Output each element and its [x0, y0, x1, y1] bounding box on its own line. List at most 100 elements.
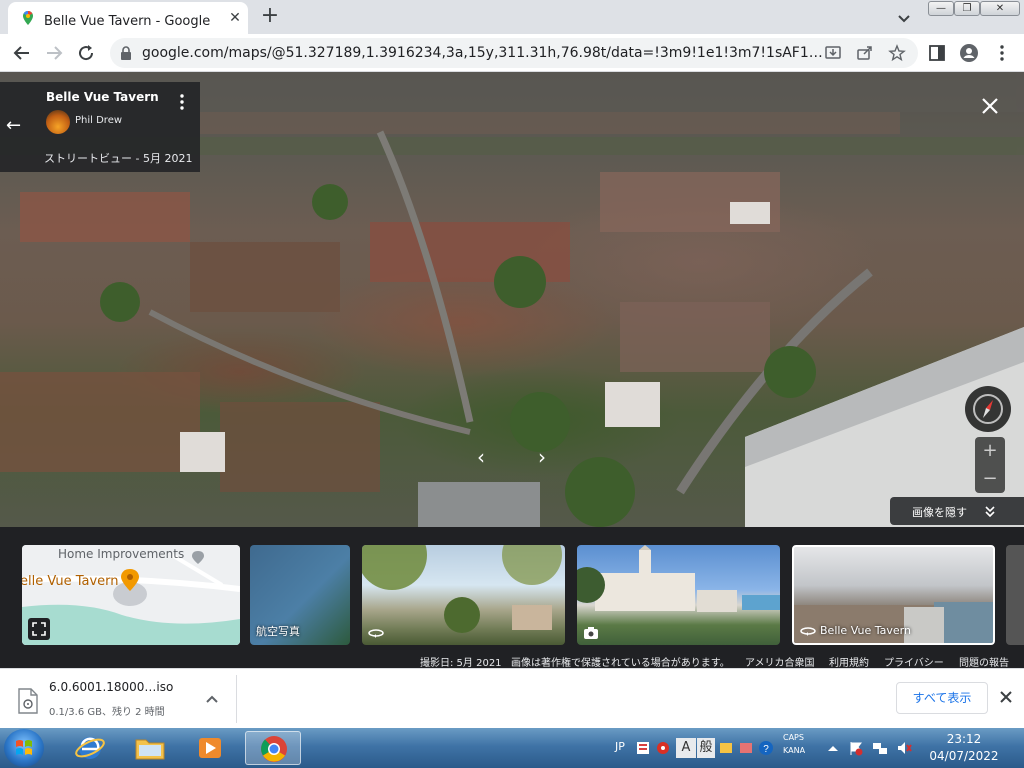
street-view-viewer[interactable]: ← Belle Vue Tavern Phil Drew ストリートビュー - … [0, 72, 1024, 527]
window-close-button[interactable]: ✕ [980, 1, 1020, 16]
hotel-photo-preview [577, 545, 780, 612]
taskbar-file-explorer[interactable] [122, 731, 178, 765]
panorama-360-icon-selected [800, 627, 816, 636]
back-arrow-icon[interactable] [10, 41, 34, 65]
double-chevron-down-icon [985, 506, 995, 518]
taskbar-media-player[interactable] [182, 731, 238, 765]
map-place-label: elle Vue Tavern [22, 574, 119, 589]
capture-date: 撮影日: 5月 2021 [420, 658, 502, 669]
selected-photo-label: Belle Vue Tavern [820, 624, 911, 637]
viewer-footer: 撮影日: 5月 2021 画像は著作権で保護されている場合があります。 アメリカ… [417, 652, 1024, 669]
svg-text:?: ? [763, 744, 769, 755]
tab-close-icon[interactable]: ✕ [226, 9, 244, 27]
ime-kanji-indicator[interactable]: 般 [697, 738, 715, 758]
profile-avatar-icon[interactable] [959, 43, 979, 63]
photo-thumbnail-street[interactable] [362, 545, 565, 645]
ime-options-icon[interactable] [738, 740, 754, 756]
aerial-thumbnail[interactable]: 航空写真 [250, 545, 350, 645]
folder-icon [135, 739, 165, 760]
photo-thumbnail-hotel[interactable] [577, 545, 780, 645]
clock-date: 04/07/2022 [929, 749, 999, 763]
browser-tabstrip: Belle Vue Tavern - Google マップ ✕ + — ❐ ✕ [0, 0, 1024, 34]
start-button[interactable] [4, 729, 44, 767]
fullscreen-icon[interactable] [28, 618, 50, 640]
network-icon[interactable] [872, 740, 888, 756]
browser-tab-active[interactable]: Belle Vue Tavern - Google マップ ✕ [8, 2, 248, 34]
iso-file-icon[interactable] [17, 688, 39, 714]
hide-images-label: 画像を隠す [912, 506, 967, 519]
chevron-up-icon[interactable] [204, 691, 220, 707]
author-avatar[interactable] [46, 110, 70, 134]
map-thumbnail[interactable]: Home Improvements elle Vue Tavern [22, 545, 240, 645]
hide-images-button[interactable]: 画像を隠す [890, 497, 1024, 525]
tab-title: Belle Vue Tavern - Google マップ [44, 14, 214, 29]
volume-muted-icon[interactable] [896, 740, 912, 756]
action-center-flag-icon[interactable] [848, 740, 864, 756]
caps-lock-indicator: CAPS [783, 733, 804, 742]
photo-thumbnail-selected[interactable]: Belle Vue Tavern [792, 545, 995, 645]
aerial-label: 航空写真 [256, 625, 300, 638]
windows-logo-icon [16, 740, 32, 755]
system-clock[interactable]: 23:12 04/07/2022 [924, 731, 1004, 765]
taskbar-chrome[interactable] [245, 731, 301, 765]
install-app-icon[interactable] [824, 44, 842, 62]
side-panel-icon[interactable] [927, 43, 947, 63]
windows-taskbar: JP A 般 ? CAPS KANA 23:12 04/07/2022 [0, 728, 1024, 768]
window-restore-button[interactable]: ❐ [954, 1, 980, 16]
capture-info: ストリートビュー - 5月 2021 [44, 152, 193, 165]
bookmark-star-icon[interactable] [888, 44, 906, 62]
window-minimize-button[interactable]: — [928, 1, 954, 16]
photo-thumbnail-next-partial[interactable] [1006, 545, 1024, 645]
share-icon[interactable] [856, 44, 874, 62]
desktop: Belle Vue Tavern - Google マップ ✕ + — ❐ ✕ … [0, 0, 1024, 768]
reload-icon[interactable] [74, 41, 98, 65]
camera-icon [584, 627, 598, 639]
new-tab-button[interactable]: + [258, 5, 282, 29]
place-name: Belle Vue Tavern [46, 90, 159, 104]
compass-control[interactable] [965, 386, 1011, 432]
address-bar[interactable]: google.com/maps/@51.327189,1.3916234,3a,… [110, 38, 918, 68]
report-problem-link[interactable]: 問題の報告 [959, 654, 1009, 669]
kana-lock-indicator: KANA [783, 746, 806, 755]
internet-explorer-icon [75, 737, 105, 759]
ime-pad-icon[interactable] [635, 740, 651, 756]
close-download-bar-icon[interactable] [998, 689, 1014, 705]
panorama-360-icon [368, 629, 384, 638]
photo-thumbnail-strip: Home Improvements elle Vue Tavern 航空写真 B… [0, 527, 1024, 669]
ime-tool-icon[interactable] [655, 740, 671, 756]
forward-arrow-icon[interactable] [42, 41, 66, 65]
tab-search-chevron-icon[interactable] [894, 8, 914, 28]
ime-dictionary-icon[interactable] [718, 740, 734, 756]
input-language[interactable]: JP [615, 740, 625, 753]
place-info-card: ← Belle Vue Tavern Phil Drew ストリートビュー - … [0, 82, 200, 172]
help-icon[interactable]: ? [758, 740, 774, 756]
google-maps-pin-icon [23, 11, 33, 25]
taskbar-internet-explorer[interactable] [62, 731, 118, 765]
previous-photo-arrow[interactable]: ‹ [470, 444, 492, 470]
back-to-map-arrow[interactable]: ← [6, 114, 26, 138]
next-photo-arrow[interactable]: › [531, 444, 553, 470]
more-options-icon[interactable] [176, 92, 188, 112]
copyright-notice: 画像は著作権で保護されている場合があります。 [511, 658, 730, 669]
menu-kebab-icon[interactable] [992, 43, 1012, 63]
url-text[interactable]: google.com/maps/@51.327189,1.3916234,3a,… [142, 45, 822, 61]
ime-mode-indicator[interactable]: A [676, 738, 696, 758]
lock-icon[interactable] [120, 46, 132, 60]
media-player-icon [199, 738, 221, 758]
compass-icon [973, 394, 1003, 424]
show-all-downloads-button[interactable]: すべて表示 [896, 682, 988, 714]
zoom-out-button[interactable]: − [975, 465, 1005, 493]
author-name[interactable]: Phil Drew [75, 115, 122, 126]
close-icon[interactable] [978, 94, 1002, 118]
download-file-name[interactable]: 6.0.6001.18000…iso [49, 680, 173, 694]
zoom-in-button[interactable]: + [975, 437, 1005, 465]
download-shelf: 6.0.6001.18000…iso 0.1/3.6 GB、残り 2 時間 すべ… [0, 668, 1024, 728]
country-link[interactable]: アメリカ合衆国 [745, 654, 815, 669]
privacy-link[interactable]: プライバシー [884, 654, 944, 669]
terms-link[interactable]: 利用規約 [829, 654, 869, 669]
browser-toolbar: google.com/maps/@51.327189,1.3916234,3a,… [0, 34, 1024, 72]
download-progress-text: 0.1/3.6 GB、残り 2 時間 [49, 707, 165, 718]
map-business-label: Home Improvements [58, 547, 185, 561]
show-hidden-icons-icon[interactable] [825, 740, 841, 756]
download-divider [236, 675, 237, 723]
